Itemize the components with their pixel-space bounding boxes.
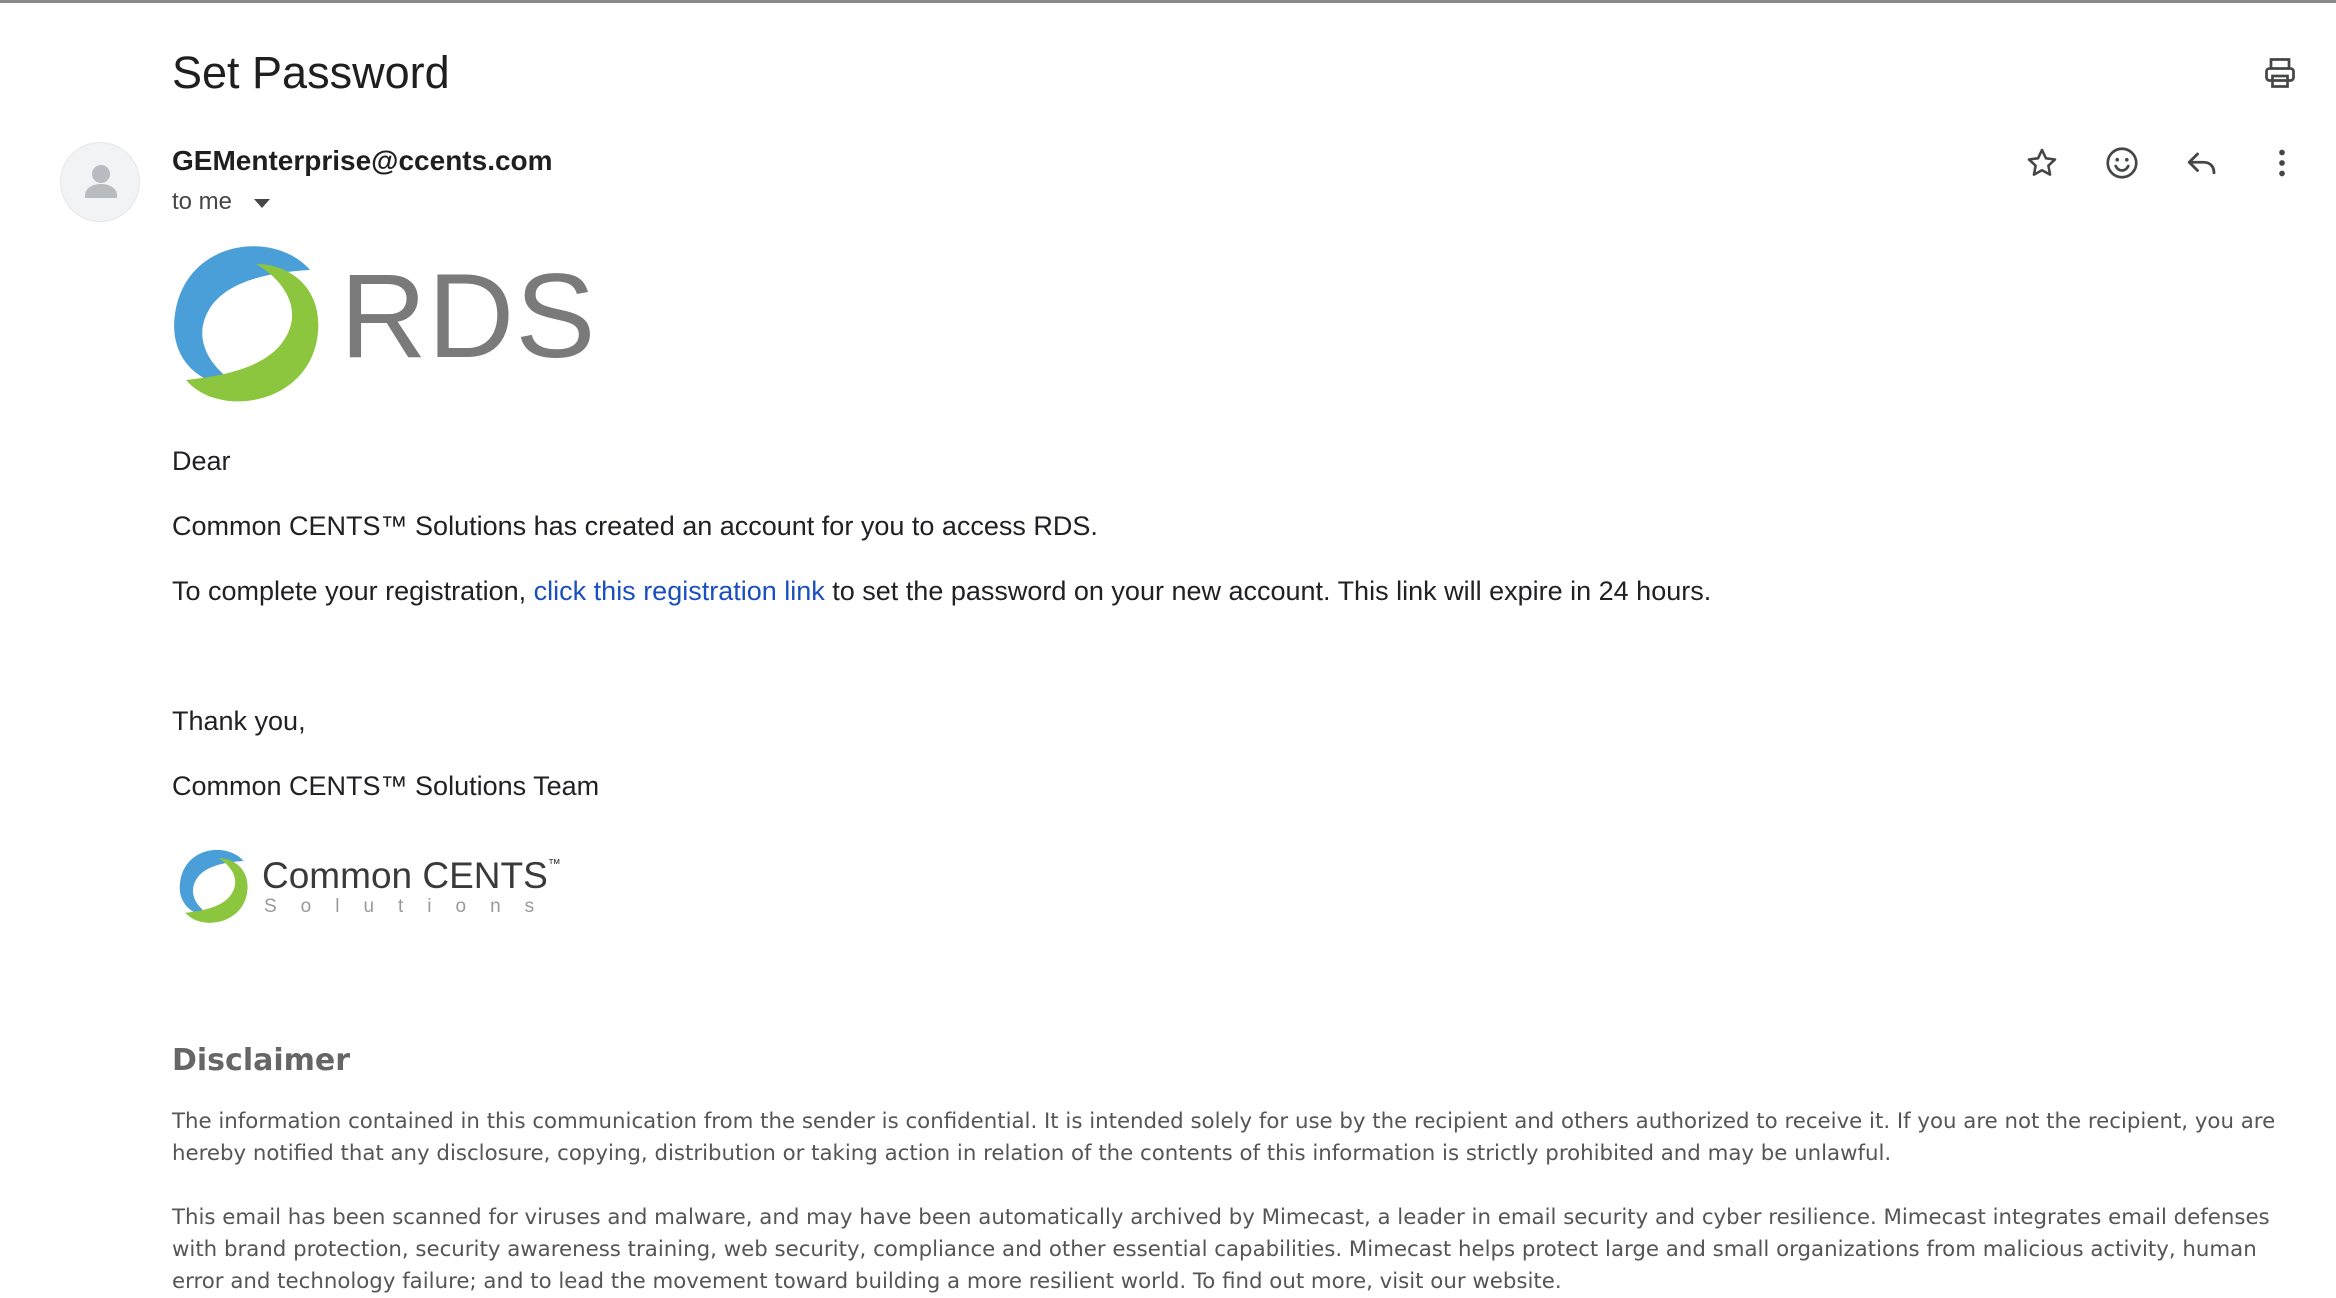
person-icon	[85, 165, 117, 198]
company-logo-name-text: Common CENTS	[262, 855, 548, 896]
email-view: Set Password GEMenterprise@ccents.com to…	[0, 0, 2336, 1298]
printer-icon	[2265, 58, 2295, 88]
company-logo-name: Common CENTS™	[262, 857, 561, 894]
company-logo-subtitle: Solutions	[264, 896, 559, 917]
rds-logo-text: RDS	[340, 249, 597, 383]
company-logo-trademark: ™	[547, 856, 561, 871]
mimecast-paragraph: This email has been scanned for viruses …	[172, 1205, 2270, 1294]
reply-icon	[2187, 152, 2216, 175]
reply-button[interactable]	[2180, 141, 2224, 185]
print-button[interactable]	[2262, 55, 2298, 91]
registration-text-before: To complete your registration,	[172, 576, 534, 606]
registration-text-after: to set the password on your new account.…	[824, 576, 1712, 606]
account-created-text: Common CENTS™ Solutions has created an a…	[172, 511, 1098, 541]
star-icon	[2027, 148, 2057, 176]
email-subject: Set Password	[172, 47, 450, 98]
rds-logo: RDS	[172, 236, 595, 406]
add-reaction-button[interactable]	[2100, 141, 2144, 185]
disclaimer-title: Disclaimer	[172, 1043, 351, 1078]
swirl-logo-icon	[174, 246, 319, 402]
closing-text: Thank you,	[172, 706, 306, 736]
swirl-logo-icon	[179, 849, 248, 923]
registration-instructions: To complete your registration, click thi…	[172, 576, 1711, 607]
greeting-text: Dear	[172, 446, 231, 476]
disclaimer-paragraph: The information contained in this commun…	[172, 1109, 2276, 1166]
star-button[interactable]	[2020, 141, 2064, 185]
more-options-button[interactable]	[2260, 141, 2304, 185]
chevron-down-icon	[254, 199, 271, 208]
more-vertical-icon	[2279, 149, 2285, 177]
common-cents-logo: Common CENTS™ Solutions	[178, 841, 561, 929]
signature-text: Common CENTS™ Solutions Team	[172, 771, 600, 801]
smiley-icon	[2106, 147, 2138, 179]
registration-link[interactable]: click this registration link	[534, 576, 825, 606]
sender-avatar	[60, 142, 140, 222]
recipient-details-toggle[interactable]: to me	[172, 188, 271, 216]
recipient-label: to me	[172, 188, 233, 215]
sender-email: GEMenterprise@ccents.com	[172, 145, 553, 176]
